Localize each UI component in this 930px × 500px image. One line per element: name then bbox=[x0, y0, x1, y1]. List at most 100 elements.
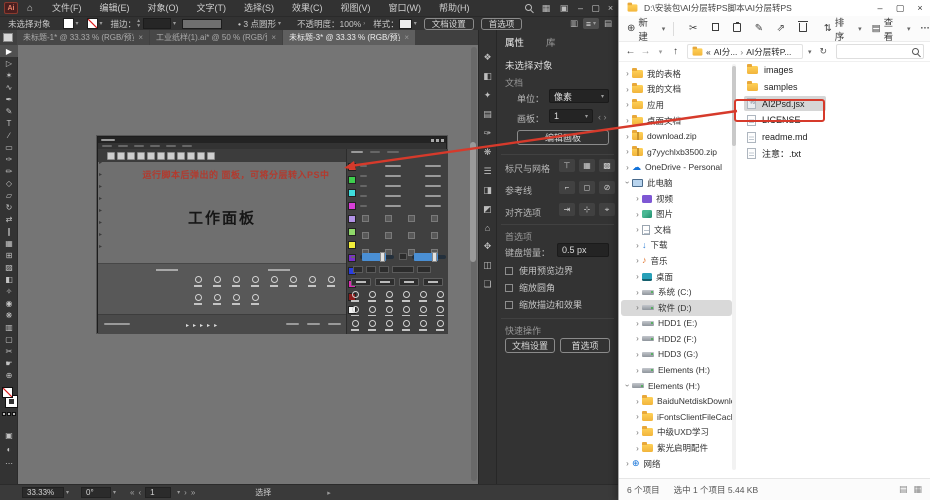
tree-item[interactable]: ›应用 bbox=[621, 97, 732, 113]
pencil-tool[interactable]: ✏ bbox=[0, 165, 18, 177]
document-setup-button[interactable]: 文档设置 bbox=[424, 18, 474, 30]
tree-item[interactable]: ›图片 bbox=[621, 206, 732, 222]
tree-item[interactable]: ›Elements (H:) bbox=[621, 362, 732, 378]
chevron-icon[interactable]: › bbox=[633, 241, 642, 250]
up-button[interactable]: ↑ bbox=[668, 46, 683, 57]
blend-tool[interactable]: ◉ bbox=[0, 297, 18, 309]
first-artboard-icon[interactable]: « bbox=[130, 488, 134, 497]
keyboard-increment-input[interactable]: 0.5 px bbox=[557, 243, 609, 257]
search-icon[interactable] bbox=[519, 3, 537, 13]
chevron-icon[interactable]: › bbox=[633, 225, 642, 234]
tree-item[interactable]: ›此电脑 bbox=[621, 175, 732, 191]
tree-item[interactable]: ›我的文档 bbox=[621, 82, 732, 98]
folder-icon[interactable]: ▤ bbox=[604, 18, 612, 29]
more-options-button[interactable]: ··· bbox=[920, 23, 930, 34]
column-graph-tool[interactable]: ▥ bbox=[0, 321, 18, 333]
hand-tool[interactable]: ☛ bbox=[0, 357, 18, 369]
chevron-icon[interactable]: › bbox=[633, 334, 642, 343]
back-button[interactable]: ← bbox=[623, 46, 638, 57]
chevron-icon[interactable]: › bbox=[633, 303, 642, 312]
tree-item[interactable]: ›视频 bbox=[621, 191, 732, 207]
checkbox-icon[interactable] bbox=[505, 284, 513, 292]
close-button[interactable]: × bbox=[603, 0, 618, 16]
swatches-panel-icon[interactable]: ▤ bbox=[483, 109, 492, 120]
fill-indicator[interactable] bbox=[2, 387, 13, 398]
preference-checkbox[interactable]: 缩放描边和效果 bbox=[505, 298, 582, 311]
tree-item[interactable]: ›HDD1 (E:) bbox=[621, 316, 732, 332]
document-tab[interactable]: 未标题-3* @ 33.33 % (RGB/预览)× bbox=[283, 30, 415, 45]
quick-preferences-button[interactable]: 首选项 bbox=[560, 338, 610, 353]
chevron-icon[interactable]: › bbox=[623, 132, 632, 141]
style-swatch[interactable] bbox=[399, 19, 412, 29]
stroke-panel-icon[interactable]: ☰ bbox=[483, 166, 491, 177]
graphic-styles-panel-icon[interactable]: ✥ bbox=[484, 241, 492, 252]
lock-guides-icon[interactable]: ◻ bbox=[579, 181, 595, 194]
chevron-icon[interactable]: › bbox=[633, 444, 642, 453]
checkbox-icon[interactable] bbox=[505, 267, 513, 275]
libraries-panel-icon[interactable]: ❖ bbox=[483, 52, 491, 63]
width-profile-select[interactable] bbox=[182, 19, 222, 29]
fill-stroke-widget[interactable] bbox=[0, 385, 18, 425]
chevron-icon[interactable]: › bbox=[623, 178, 632, 187]
show-guides-icon[interactable]: ⌐ bbox=[559, 181, 575, 194]
chevron-icon[interactable]: › bbox=[623, 459, 632, 468]
gradient-tool[interactable]: ◧ bbox=[0, 273, 18, 285]
menubar-menu[interactable]: 帮助(H) bbox=[430, 0, 479, 16]
free-transform-tool[interactable]: ▦ bbox=[0, 237, 18, 249]
tree-item[interactable]: ›系统 (C:) bbox=[621, 284, 732, 300]
selection-tool[interactable]: ▶ bbox=[0, 45, 18, 57]
minimize-button[interactable]: – bbox=[573, 0, 588, 16]
paste-icon[interactable] bbox=[726, 23, 748, 35]
zoom-level-select[interactable]: 33.33% bbox=[22, 487, 64, 498]
artboard-number-select[interactable]: 1 bbox=[145, 487, 171, 498]
address-dropdown-icon[interactable]: ▾ bbox=[808, 48, 812, 56]
tree-item[interactable]: ›BaiduNetdiskDownload bbox=[621, 393, 732, 409]
tree-item[interactable]: ›⊕网络 bbox=[621, 456, 732, 472]
symbol-sprayer-tool[interactable]: ❋ bbox=[0, 309, 18, 321]
transparency-panel-icon[interactable]: ◩ bbox=[483, 204, 492, 215]
close-icon[interactable]: × bbox=[271, 33, 276, 42]
chevron-icon[interactable]: › bbox=[633, 194, 642, 203]
rotate-tool[interactable]: ↻ bbox=[0, 201, 18, 213]
tree-item[interactable]: ›我的表格 bbox=[621, 66, 732, 82]
tree-item[interactable]: ›软件 (D:) bbox=[621, 300, 732, 316]
fill-color-swatch[interactable] bbox=[63, 18, 74, 29]
units-select[interactable]: 像素▾ bbox=[549, 89, 609, 103]
tab-libraries[interactable]: 库 bbox=[546, 35, 556, 49]
tree-item[interactable]: ›桌面文档 bbox=[621, 113, 732, 129]
canvas[interactable]: ▸▸▸▸▸▸▸▸ 运行脚本后弹出的 面板，可将分层转入PS中 工作面板 ▸▸▸▸… bbox=[18, 45, 478, 484]
chevron-icon[interactable]: › bbox=[623, 85, 632, 94]
gradient-panel-icon[interactable]: ◨ bbox=[483, 185, 492, 196]
edit-toolbar-icon[interactable]: ⋯ bbox=[0, 459, 18, 468]
document-tab[interactable]: 工业纸样(1).ai* @ 50 % (RGB/预览)× bbox=[150, 30, 282, 45]
home-icon[interactable]: ⌂ bbox=[27, 3, 33, 14]
menubar-menu[interactable]: 效果(C) bbox=[283, 0, 332, 16]
rectangle-tool[interactable]: ▭ bbox=[0, 141, 18, 153]
breadcrumb[interactable]: « AI分... › AI分层转P... bbox=[687, 44, 803, 59]
zoom-tool[interactable]: ⊕ bbox=[0, 369, 18, 381]
chevron-icon[interactable]: › bbox=[633, 210, 642, 219]
snap-to-pixel-icon[interactable]: ⊹ bbox=[579, 203, 595, 216]
tree-item[interactable]: ›iFontsClientFileCache bbox=[621, 409, 732, 425]
direct-selection-tool[interactable]: ▷ bbox=[0, 57, 18, 69]
tree-item[interactable]: ›中级UXD学习 bbox=[621, 425, 732, 441]
restore-button[interactable]: ▢ bbox=[588, 0, 603, 16]
opacity-value[interactable]: 100% bbox=[340, 19, 362, 29]
preferences-button[interactable]: 首选项 bbox=[481, 18, 523, 30]
menubar-menu[interactable]: 视图(V) bbox=[332, 0, 380, 16]
stroke-color-swatch[interactable] bbox=[87, 18, 98, 29]
share-icon[interactable]: ⇗ bbox=[770, 23, 792, 34]
curvature-tool[interactable]: ✎ bbox=[0, 105, 18, 117]
edit-artboards-button[interactable]: 编辑画板 bbox=[517, 130, 609, 145]
chevron-icon[interactable]: › bbox=[623, 163, 632, 172]
screen-mode-icon[interactable]: ◐ bbox=[0, 445, 18, 454]
file-item[interactable]: AI2Psd.jsx bbox=[741, 95, 929, 112]
chevron-icon[interactable]: › bbox=[633, 319, 642, 328]
type-tool[interactable]: T bbox=[0, 117, 18, 129]
chevron-icon[interactable]: › bbox=[633, 412, 642, 421]
artboard-tool[interactable]: ▢ bbox=[0, 333, 18, 345]
tree-item[interactable]: ›↓下载 bbox=[621, 238, 732, 254]
color-panel-icon[interactable]: ◧ bbox=[483, 71, 492, 82]
lasso-tool[interactable]: ∿ bbox=[0, 81, 18, 93]
symbols-panel-icon[interactable]: ❋ bbox=[484, 147, 492, 158]
